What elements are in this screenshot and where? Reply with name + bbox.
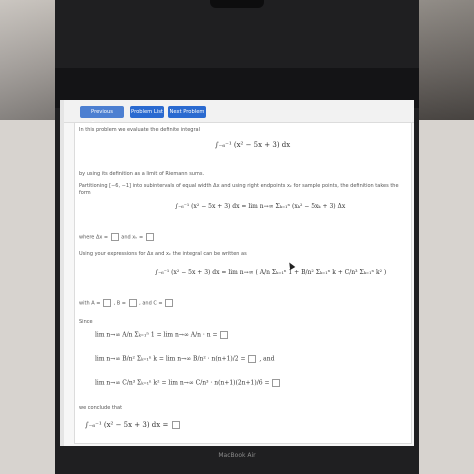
- next-problem-button[interactable]: Next Problem: [168, 106, 206, 118]
- limit-2-line: lim n→∞ B/n² Σₖ₌₁ⁿ k = lim n→∞ B/n² · n(…: [95, 355, 274, 363]
- limit-2-expr: lim n→∞ B/n² Σₖ₌₁ⁿ k = lim n→∞ B/n² · n(…: [95, 355, 246, 363]
- rewritten-integral: ∫₋₆⁻¹ (x² − 5x + 3) dx = lim n→∞ ( A/n Σ…: [155, 269, 387, 276]
- where-label: where Δx =: [79, 234, 109, 241]
- a-input[interactable]: [103, 299, 111, 307]
- limit-1-input[interactable]: [220, 331, 229, 339]
- limit-2-input[interactable]: [248, 355, 257, 363]
- limit-2-suffix: , and: [259, 355, 275, 363]
- previous-problem-button[interactable]: Previous Problem: [80, 106, 124, 127]
- screen: Previous Problem Problem List Next Probl…: [60, 100, 414, 446]
- delta-x-input[interactable]: [110, 233, 119, 241]
- partition-text: Partitioning [−6, −1] into subintervals …: [79, 183, 399, 196]
- limit-3-input[interactable]: [272, 379, 281, 387]
- limit-3-line: lim n→∞ C/n³ Σₖ₌₁ⁿ k² = lim n→∞ C/n³ · n…: [95, 379, 281, 387]
- where-line: where Δx = and xₖ =: [79, 233, 155, 241]
- abc-line: with A = , B = , and C =: [79, 299, 174, 307]
- problem-toolbar: Previous Problem Problem List Next Probl…: [60, 100, 414, 127]
- limit-1-expr: lim n→∞ A/n Σₖ₌₁ⁿ 1 = lim n→∞ A/n · n =: [95, 331, 218, 339]
- b-label: , B =: [113, 300, 126, 307]
- camera-notch: [210, 0, 264, 8]
- macbook-label: MacBook Air: [218, 452, 256, 459]
- using-expr-text: Using your expressions for Δx and xₖ the…: [79, 251, 247, 257]
- xk-input[interactable]: [145, 233, 154, 241]
- b-input[interactable]: [128, 299, 137, 307]
- final-line: ∫₋₆⁻¹ (x² − 5x + 3) dx =: [85, 421, 181, 429]
- c-input[interactable]: [165, 299, 174, 307]
- limit-3-expr: lim n→∞ C/n³ Σₖ₌₁ⁿ k² = lim n→∞ C/n³ · n…: [95, 379, 270, 387]
- and-xk-label: and xₖ =: [121, 234, 144, 241]
- conclude-text: we conclude that: [79, 405, 123, 411]
- intro-text: In this problem we evaluate the definite…: [79, 127, 200, 133]
- since-label: Since: [79, 319, 93, 325]
- with-a-label: with A =: [79, 300, 101, 307]
- problem-panel: In this problem we evaluate the definite…: [74, 122, 412, 444]
- riemann-definition: ∫₋₆⁻¹ (x² − 5x + 3) dx = lim n→∞ Σₖ₌₁ⁿ (…: [175, 203, 346, 210]
- screen-edge: [60, 100, 64, 446]
- method-text: by using its definition as a limit of Ri…: [79, 171, 205, 177]
- integral-display: ∫₋₆⁻¹ (x² − 5x + 3) dx: [215, 141, 291, 149]
- problem-list-button[interactable]: Problem List: [130, 106, 164, 118]
- c-label: , and C =: [139, 300, 163, 307]
- final-answer-input[interactable]: [171, 421, 180, 429]
- limit-1-line: lim n→∞ A/n Σₖ₌₁ⁿ 1 = lim n→∞ A/n · n =: [95, 331, 229, 339]
- final-expr: ∫₋₆⁻¹ (x² − 5x + 3) dx =: [85, 421, 169, 429]
